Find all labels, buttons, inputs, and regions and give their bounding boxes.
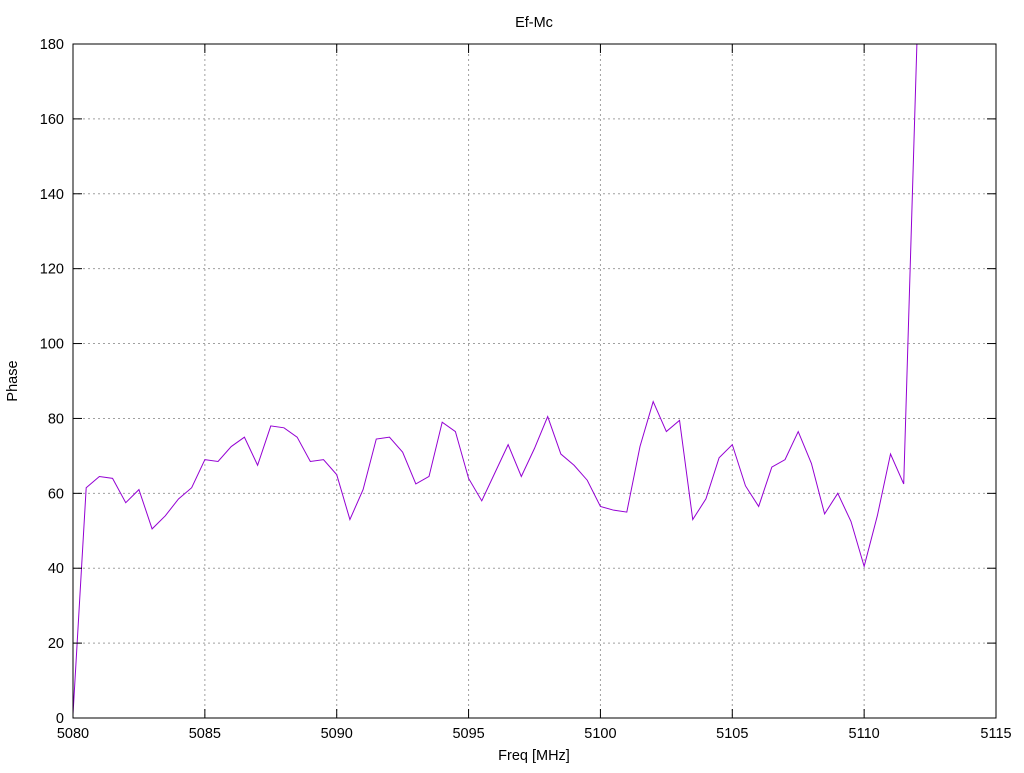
chart: 0 20 40 60 80 100 120 140 160 180 5080 5085 5090 5095…: [0, 0, 1024, 768]
x-tick-label: 5105: [716, 726, 748, 742]
grid-layer: [73, 44, 996, 718]
y-axis-label: Phase: [5, 360, 21, 401]
chart-title: Ef-Mc: [515, 15, 553, 31]
y-tick-label: 180: [40, 37, 64, 53]
x-tick-label: 5110: [849, 726, 880, 742]
x-tick-label: 5085: [189, 726, 221, 742]
x-axis-label: Freq [MHz]: [498, 748, 570, 764]
series-line: [72, 43, 918, 715]
y-tick-label: 140: [40, 187, 64, 203]
y-tick-label: 0: [56, 711, 64, 727]
y-tick-label: 120: [40, 262, 64, 278]
y-tick-label: 20: [48, 636, 64, 652]
y-tick-label: 40: [48, 561, 64, 577]
x-tick-label: 5080: [57, 726, 89, 742]
x-tick-label: 5100: [584, 726, 616, 742]
y-tick-label: 80: [48, 411, 64, 427]
chart-svg: 0 20 40 60 80 100 120 140 160 180 5080 5085 5090 5095…: [5, 15, 1012, 764]
y-tick-label: 100: [40, 337, 64, 353]
plot-frame: [72, 43, 997, 719]
y-tick-label: 160: [40, 112, 64, 128]
y-tick-label: 60: [48, 486, 64, 502]
x-tick-label: 5095: [452, 726, 484, 742]
x-tick-label: 5090: [321, 726, 353, 742]
series-layer: [72, 43, 918, 715]
x-tick-label: 5115: [980, 726, 1011, 742]
tick-layer: 0 20 40 60 80 100 120 140 160 180 5080 5085 5090 5095…: [40, 37, 1012, 742]
